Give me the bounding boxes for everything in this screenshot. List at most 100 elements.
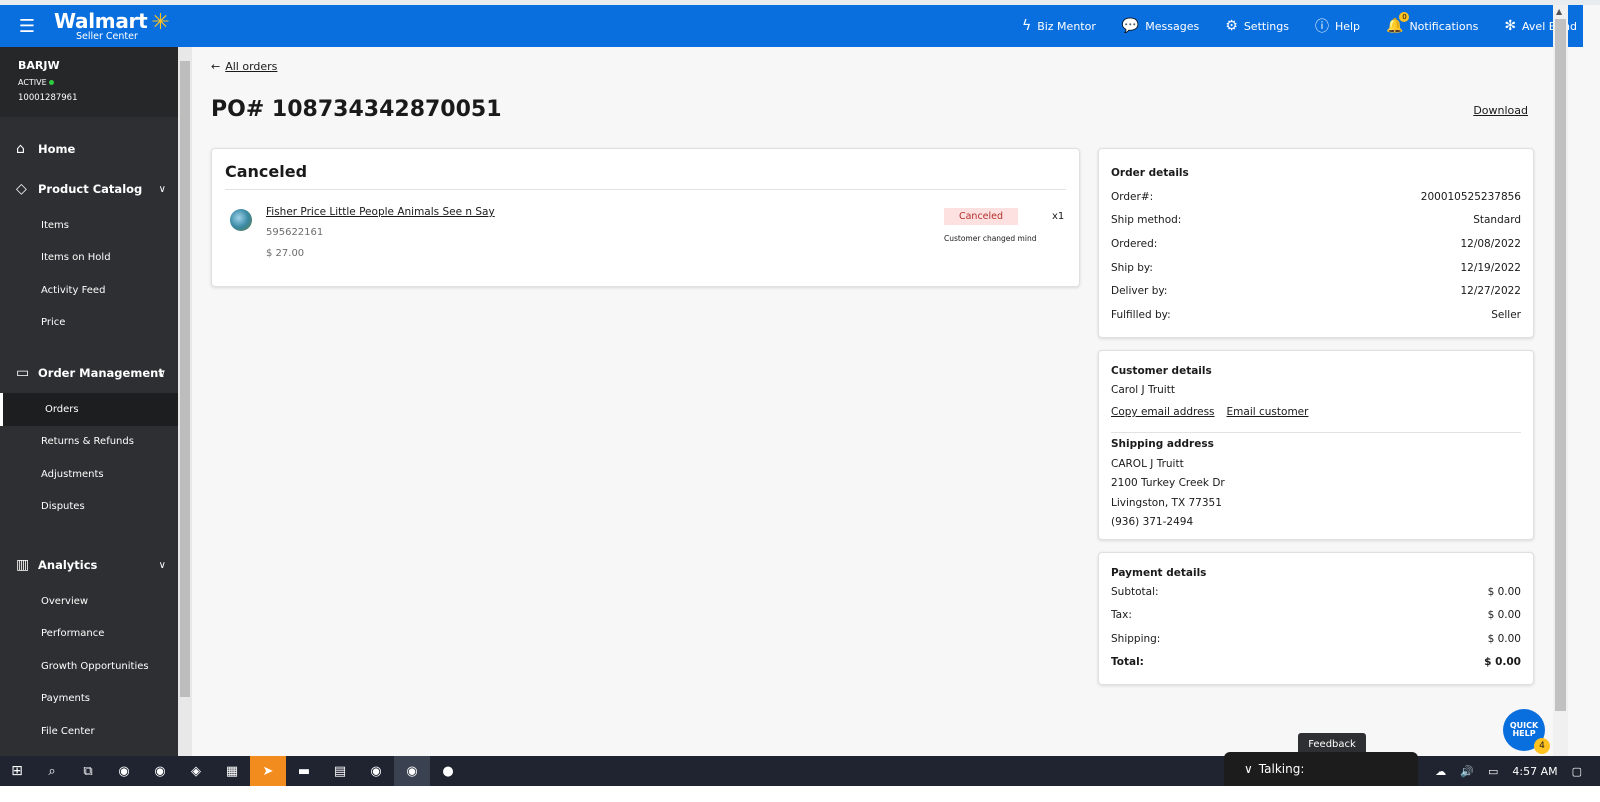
chevron-down-icon: ∨ xyxy=(158,183,166,195)
address-line: Livingston, TX 77351 xyxy=(1111,497,1222,509)
sidebar-item-returns-refunds[interactable]: Returns & Refunds xyxy=(0,426,178,459)
page-scrollbar[interactable]: ▲ ▼ xyxy=(1553,5,1568,773)
telegram-icon[interactable]: ➤ xyxy=(250,756,286,786)
status-dot-icon xyxy=(48,80,54,85)
chrome-icon[interactable]: ◉ xyxy=(142,756,178,786)
volume-icon[interactable]: 🔊 xyxy=(1460,765,1474,778)
row-label: Fulfilled by: xyxy=(1111,309,1171,321)
nav-messages[interactable]: 💬 Messages xyxy=(1122,18,1199,34)
sidebar-scroll-thumb[interactable] xyxy=(180,61,190,697)
nav-label: Notifications xyxy=(1409,19,1479,33)
nav-label: Avel Band xyxy=(1522,19,1577,33)
home-icon: ⌂ xyxy=(16,141,25,157)
bell-icon: 🔔 0 xyxy=(1386,12,1410,34)
help-icon: ⓘ xyxy=(1314,19,1329,35)
weather-icon[interactable]: ☁ xyxy=(1435,765,1446,778)
order-details-row: Ordered: 12/08/2022 xyxy=(1111,238,1521,250)
seller-id: 10001287961 xyxy=(18,93,78,103)
copy-email-link[interactable]: Copy email address xyxy=(1111,406,1215,418)
customer-details-title: Customer details xyxy=(1111,365,1212,377)
sidebar-section-label: Product Catalog xyxy=(38,182,143,196)
sidebar-section-label: Analytics xyxy=(38,558,98,572)
cancel-reason: Customer changed mind xyxy=(944,234,1037,243)
sidebar-scrollbar[interactable] xyxy=(178,47,192,773)
sidebar-section-order-management[interactable]: ▭ Order Management ∨ xyxy=(0,353,178,393)
nav-biz-mentor[interactable]: ϟ Biz Mentor xyxy=(1022,18,1096,34)
bolt-icon: ϟ xyxy=(1021,18,1032,34)
sidebar-item-growth-opportunities[interactable]: Growth Opportunities xyxy=(0,650,178,683)
divider xyxy=(1111,432,1521,433)
network-icon[interactable]: ▭ xyxy=(1488,765,1498,778)
row-value: 12/08/2022 xyxy=(1460,238,1521,250)
row-value: $ 0.00 xyxy=(1484,656,1521,668)
sidebar-item-performance[interactable]: Performance xyxy=(0,618,178,651)
app-icon[interactable]: ● xyxy=(430,756,466,786)
seller-info: BARJW ACTIVE 10001287961 xyxy=(0,47,178,117)
task-view-icon[interactable]: ⧉ xyxy=(70,756,106,786)
talking-popup[interactable]: ∨ Talking: xyxy=(1224,752,1418,786)
sidebar-item-file-center[interactable]: File Center xyxy=(0,715,178,748)
back-link[interactable]: ← All orders xyxy=(211,60,277,73)
sidebar-section-label: Order Management xyxy=(38,366,164,380)
notepad-icon[interactable]: ▤ xyxy=(322,756,358,786)
arrow-left-icon: ← xyxy=(211,60,221,73)
product-name-link[interactable]: Fisher Price Little People Animals See n… xyxy=(266,206,495,218)
nav-label: Settings xyxy=(1243,19,1289,33)
sidebar-item-activity-feed[interactable]: Activity Feed xyxy=(0,274,178,307)
nav-label: Biz Mentor xyxy=(1037,19,1096,33)
top-bar: ☰ Walmart Seller Center ✳ ϟ Biz Mentor 💬… xyxy=(0,5,1583,47)
folder-icon[interactable]: ▬ xyxy=(286,756,322,786)
download-link[interactable]: Download xyxy=(1473,104,1528,117)
spark-icon: ✳ xyxy=(151,9,170,35)
sidebar-item-payments[interactable]: Payments xyxy=(0,683,178,716)
page-title: PO# 108734342870051 xyxy=(211,97,502,122)
windows-start-icon[interactable]: ⊞ xyxy=(0,763,34,779)
menu-icon[interactable]: ☰ xyxy=(0,16,54,37)
chevron-down-icon: ∨ xyxy=(158,367,166,379)
customer-name: Carol J Truitt xyxy=(1111,384,1175,396)
seller-name: BARJW xyxy=(18,59,60,72)
sidebar-section-analytics[interactable]: ▥ Analytics ∨ xyxy=(0,545,178,585)
order-details-row: Ship method: Standard xyxy=(1111,214,1521,226)
notifications-icon[interactable]: ▢ xyxy=(1572,765,1582,778)
calendar-icon: ▭ xyxy=(16,365,30,381)
nav-notifications[interactable]: 🔔 0 Notifications xyxy=(1386,12,1479,34)
sidebar-item-price[interactable]: Price xyxy=(0,307,178,340)
customer-actions: Copy email address Email customer xyxy=(1111,406,1308,418)
walmart-logo[interactable]: Walmart Seller Center ✳ xyxy=(54,9,170,42)
payment-details-card: Payment details Subtotal: $ 0.00 Tax: $ 0.… xyxy=(1098,552,1534,685)
sidebar-section-product-catalog[interactable]: ◇ Product Catalog ∨ xyxy=(0,169,178,209)
main-content: ← All orders PO# 108734342870051 Downloa… xyxy=(192,47,1553,773)
address-line: CAROL J Truitt xyxy=(1111,458,1184,470)
calculator-icon[interactable]: ▦ xyxy=(214,756,250,786)
sidebar-item-adjustments[interactable]: Adjustments xyxy=(0,458,178,491)
chrome-icon[interactable]: ◉ xyxy=(106,756,142,786)
page-scroll-thumb[interactable] xyxy=(1555,19,1566,711)
top-nav: ϟ Biz Mentor 💬 Messages ⚙ Settings ⓘ Hel… xyxy=(1022,5,1583,47)
email-customer-link[interactable]: Email customer xyxy=(1227,406,1309,418)
payment-details-title: Payment details xyxy=(1111,567,1207,579)
sidebar-item-disputes[interactable]: Disputes xyxy=(0,491,178,524)
payment-row: Shipping: $ 0.00 xyxy=(1111,633,1521,645)
app-icon[interactable]: ◈ xyxy=(178,756,214,786)
row-label: Ordered: xyxy=(1111,238,1158,250)
address-phone: (936) 371-2494 xyxy=(1111,516,1194,528)
row-value: Standard xyxy=(1473,214,1521,226)
row-value: $ 0.00 xyxy=(1487,633,1521,645)
search-icon[interactable]: ⌕ xyxy=(34,756,70,786)
scroll-up-icon[interactable]: ▲ xyxy=(1556,7,1562,16)
sidebar-item-home[interactable]: ⌂ Home xyxy=(0,129,178,169)
sidebar-item-overview[interactable]: Overview xyxy=(0,585,178,618)
notification-badge: 0 xyxy=(1399,12,1410,22)
chrome-icon[interactable]: ◉ xyxy=(358,756,394,786)
nav-help[interactable]: ⓘ Help xyxy=(1315,16,1360,36)
sidebar-item-items-on-hold[interactable]: Items on Hold xyxy=(0,242,178,275)
row-label: Shipping: xyxy=(1111,633,1161,645)
sidebar-item-orders[interactable]: Orders xyxy=(0,393,178,426)
clock[interactable]: 4:57 AM xyxy=(1512,765,1557,778)
sidebar-item-items[interactable]: Items xyxy=(0,209,178,242)
sidebar-item-label: Home xyxy=(38,142,76,156)
status-title: Canceled xyxy=(225,162,308,181)
nav-settings[interactable]: ⚙ Settings xyxy=(1225,18,1289,34)
chrome-icon[interactable]: ◉ xyxy=(394,756,430,786)
